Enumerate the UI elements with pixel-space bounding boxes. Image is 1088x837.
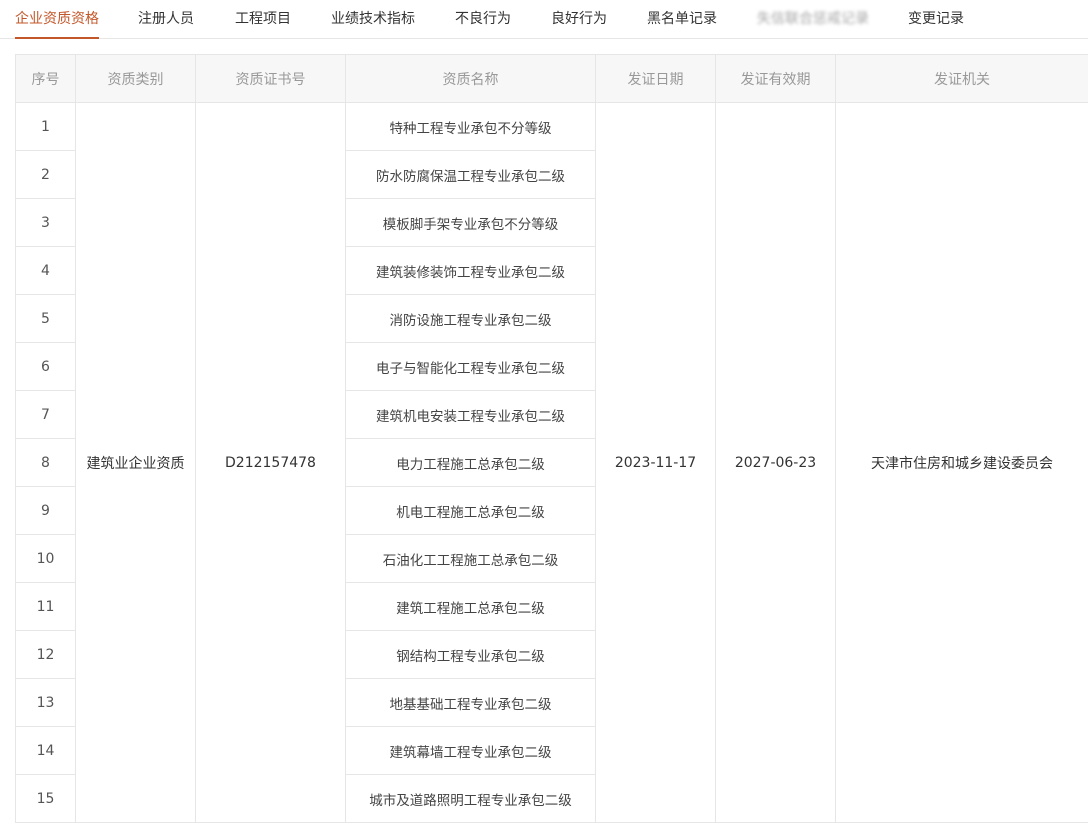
header-category: 资质类别 (75, 54, 196, 103)
tab-registered-personnel[interactable]: 注册人员 (138, 0, 194, 38)
table-body: 1 建筑业企业资质 D212157478 特种工程专业承包不分等级 2023-11-17… (15, 102, 1088, 823)
cell-qualification-name: 防水防腐保温工程专业承包二级 (345, 150, 596, 199)
cell-seq: 5 (15, 294, 76, 343)
tab-good-behavior[interactable]: 良好行为 (551, 0, 607, 38)
cell-seq: 4 (15, 246, 76, 295)
tab-projects[interactable]: 工程项目 (235, 0, 291, 38)
cell-category: 建筑业企业资质 (75, 102, 196, 823)
tab-dishonesty-records[interactable]: 失信联合惩戒记录 (757, 0, 869, 38)
header-seq: 序号 (15, 54, 76, 103)
cell-seq: 13 (15, 678, 76, 727)
cell-seq: 1 (15, 102, 76, 151)
qualification-table: 序号 资质类别 资质证书号 资质名称 发证日期 发证有效期 发证机关 1 建筑业企… (15, 54, 1088, 823)
cell-authority: 天津市住房和城乡建设委员会 (835, 102, 1088, 823)
cell-qualification-name: 钢结构工程专业承包二级 (345, 630, 596, 679)
cell-qualification-name: 地基基础工程专业承包二级 (345, 678, 596, 727)
table-header-row: 序号 资质类别 资质证书号 资质名称 发证日期 发证有效期 发证机关 (15, 54, 1088, 103)
cell-seq: 14 (15, 726, 76, 775)
cell-valid-until: 2027-06-23 (715, 102, 836, 823)
cell-seq: 8 (15, 438, 76, 487)
header-valid-until: 发证有效期 (715, 54, 836, 103)
cell-qualification-name: 模板脚手架专业承包不分等级 (345, 198, 596, 247)
tab-bad-behavior[interactable]: 不良行为 (455, 0, 511, 38)
header-authority: 发证机关 (835, 54, 1088, 103)
cell-qualification-name: 城市及道路照明工程专业承包二级 (345, 774, 596, 823)
cell-qualification-name: 建筑机电安装工程专业承包二级 (345, 390, 596, 439)
cell-seq: 6 (15, 342, 76, 391)
cell-seq: 9 (15, 486, 76, 535)
cell-seq: 11 (15, 582, 76, 631)
cell-issue-date: 2023-11-17 (595, 102, 716, 823)
header-qualification-name: 资质名称 (345, 54, 596, 103)
cell-qualification-name: 消防设施工程专业承包二级 (345, 294, 596, 343)
cell-qualification-name: 特种工程专业承包不分等级 (345, 102, 596, 151)
cell-seq: 12 (15, 630, 76, 679)
cell-qualification-name: 建筑幕墙工程专业承包二级 (345, 726, 596, 775)
tab-change-records[interactable]: 变更记录 (908, 0, 964, 38)
header-cert-no: 资质证书号 (195, 54, 346, 103)
cell-seq: 15 (15, 774, 76, 823)
cell-qualification-name: 电子与智能化工程专业承包二级 (345, 342, 596, 391)
cell-seq: 10 (15, 534, 76, 583)
cell-qualification-name: 机电工程施工总承包二级 (345, 486, 596, 535)
header-issue-date: 发证日期 (595, 54, 716, 103)
tab-bar: 企业资质资格 注册人员 工程项目 业绩技术指标 不良行为 良好行为 黑名单记录 … (0, 0, 1088, 39)
tab-blacklist[interactable]: 黑名单记录 (647, 0, 717, 38)
cell-qualification-name: 建筑工程施工总承包二级 (345, 582, 596, 631)
tab-performance-indicators[interactable]: 业绩技术指标 (331, 0, 415, 38)
cell-qualification-name: 电力工程施工总承包二级 (345, 438, 596, 487)
cell-seq: 3 (15, 198, 76, 247)
cell-qualification-name: 建筑装修装饰工程专业承包二级 (345, 246, 596, 295)
cell-qualification-name: 石油化工工程施工总承包二级 (345, 534, 596, 583)
cell-seq: 2 (15, 150, 76, 199)
cell-seq: 7 (15, 390, 76, 439)
table-row: 1 建筑业企业资质 D212157478 特种工程专业承包不分等级 2023-11-17… (15, 102, 1088, 823)
tab-qualification[interactable]: 企业资质资格 (15, 0, 99, 39)
cell-cert-no: D212157478 (195, 102, 346, 823)
